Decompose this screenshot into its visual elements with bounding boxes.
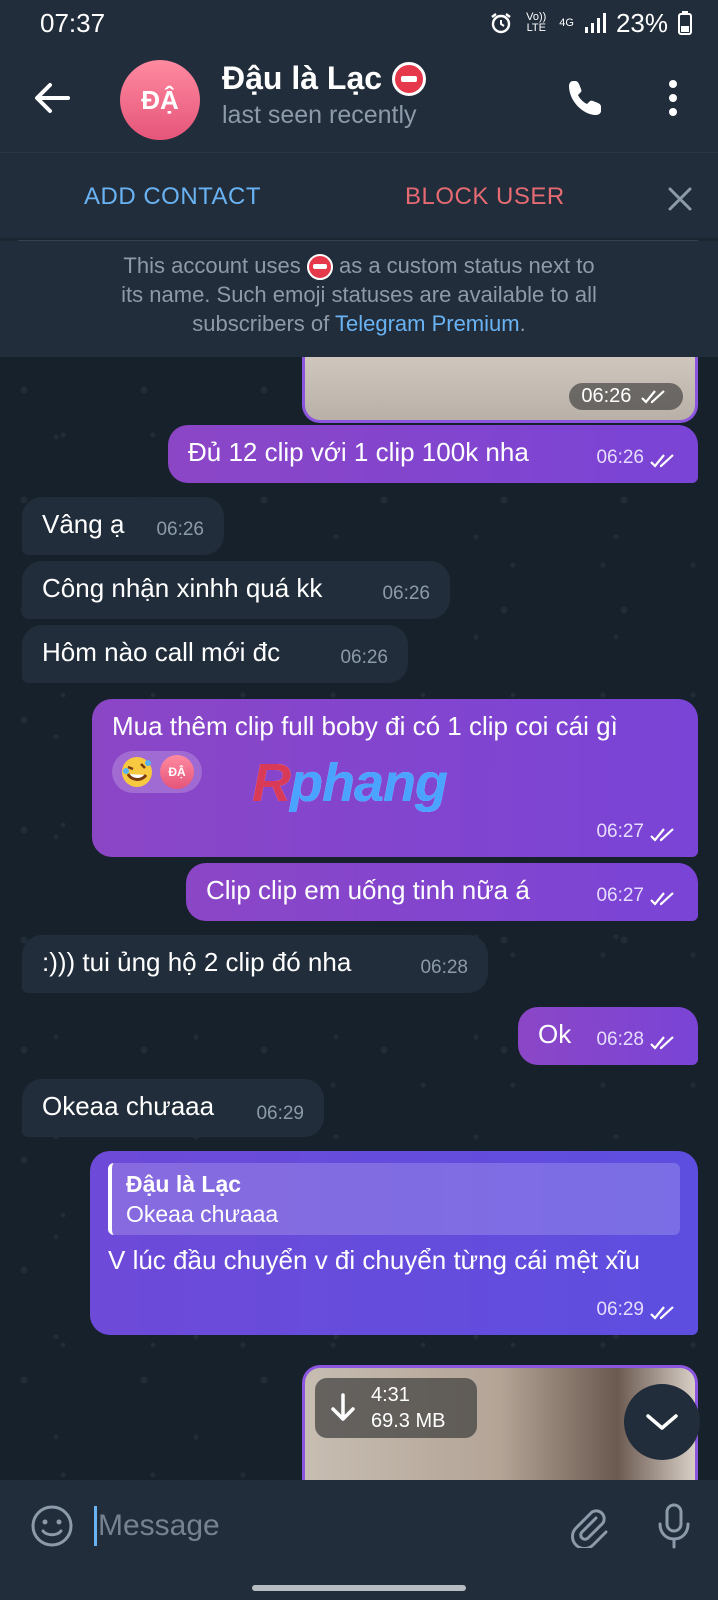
telegram-premium-link[interactable]: Telegram Premium (335, 311, 520, 336)
last-seen-status: last seen recently (222, 101, 417, 129)
info-text: . (519, 311, 526, 337)
volte-indicator: Vo)) LTE (526, 11, 547, 34)
battery-icon (678, 11, 692, 35)
double-check-icon (650, 1306, 674, 1320)
block-user-button[interactable]: BLOCK USER (405, 183, 565, 211)
message-bubble-incoming[interactable]: Vâng ạ 06:26 (22, 497, 224, 555)
back-arrow-icon[interactable] (30, 76, 74, 120)
message-time: 06:28 (420, 957, 468, 978)
double-check-icon (650, 1036, 674, 1050)
message-text: Mua thêm clip full boby đi có 1 clip coi… (112, 711, 618, 741)
info-line-3: subscribers of Telegram Premium. (0, 309, 718, 338)
watermark-logo: Rphang (252, 752, 448, 814)
chat-header: ĐẬ Đậu là Lạc last seen recently (0, 46, 718, 152)
no-entry-emoji-icon (306, 254, 333, 281)
reply-text: Okeaa chưaaa (126, 1201, 279, 1227)
chat-message-list[interactable]: 06:26 Đủ 12 clip với 1 clip 100k nha 06:… (0, 357, 718, 1480)
contact-action-bar: ADD CONTACT BLOCK USER (0, 152, 718, 238)
emoji-status-info-banner: This account uses as a custom status nex… (0, 241, 718, 357)
message-time: 06:28 (596, 1029, 644, 1050)
avatar[interactable]: ĐẬ (120, 60, 200, 140)
message-text: Công nhận xinhh quá kk (42, 573, 323, 603)
info-text: subscribers of (192, 311, 330, 337)
message-bubble-incoming[interactable]: :))) tui ủng hộ 2 clip đó nha 06:28 (22, 935, 488, 993)
message-reaction[interactable]: ĐẬ (112, 751, 202, 793)
message-time: 06:26 (340, 647, 388, 668)
add-contact-button[interactable]: ADD CONTACT (84, 183, 261, 211)
video-duration: 4:31 (371, 1384, 410, 1406)
double-check-icon (650, 828, 674, 842)
message-time: 06:26 (569, 383, 683, 410)
home-indicator (252, 1585, 466, 1591)
watermark-text: R (252, 753, 291, 813)
message-text: :))) tui ủng hộ 2 clip đó nha (42, 947, 352, 977)
double-check-icon (650, 892, 674, 906)
info-line-2: its name. Such emoji statuses are availa… (121, 282, 597, 308)
message-composer (0, 1480, 718, 1600)
message-text: Đủ 12 clip với 1 clip 100k nha (188, 437, 529, 467)
chevron-down-icon (646, 1414, 678, 1430)
message-time: 06:27 (596, 821, 644, 842)
message-time: 06:26 (596, 447, 644, 468)
contact-name-row: Đậu là Lạc (222, 60, 427, 97)
info-text: This account uses (123, 253, 301, 278)
message-text: Okeaa chưaaa (42, 1091, 215, 1121)
no-entry-emoji-status-icon[interactable] (392, 61, 427, 96)
battery-percent: 23% (615, 7, 668, 38)
chat-title-block[interactable]: Đậu là Lạc last seen recently (222, 60, 427, 130)
message-text: Clip clip em uống tinh nữa á (206, 875, 530, 905)
message-text: Hôm nào call mới đc (42, 637, 281, 667)
network-type: 4G (559, 16, 574, 29)
reply-quote[interactable]: Đậu là Lạc Okeaa chưaaa (108, 1163, 680, 1235)
status-icons: Vo)) LTE 4G 23% (489, 8, 692, 39)
rolling-laughing-emoji-icon (122, 757, 152, 787)
message-time: 06:26 (156, 519, 204, 540)
message-time: 06:26 (382, 583, 430, 604)
message-bubble-incoming[interactable]: Công nhận xinhh quá kk 06:26 (22, 561, 450, 619)
double-check-icon (641, 389, 665, 404)
message-bubble-outgoing[interactable]: Đủ 12 clip với 1 clip 100k nha 06:26 (168, 425, 698, 483)
scroll-to-bottom-button[interactable] (624, 1384, 700, 1460)
status-bar: 07:37 Vo)) LTE 4G 23% (0, 0, 718, 46)
message-bubble-incoming[interactable]: Hôm nào call mới đc 06:26 (22, 625, 408, 683)
video-size: 69.3 MB (371, 1410, 446, 1432)
message-text: Ok (538, 1019, 572, 1049)
message-text: V lúc đầu chuyển v đi chuyển từng cái mệ… (108, 1245, 640, 1275)
message-time: 06:29 (256, 1103, 304, 1124)
microphone-icon[interactable] (656, 1502, 692, 1550)
status-time: 07:37 (40, 7, 106, 38)
text-caret (94, 1506, 97, 1546)
message-bubble-outgoing[interactable]: Ok 06:28 (518, 1007, 698, 1065)
paperclip-attach-icon[interactable] (566, 1504, 610, 1548)
more-vertical-icon[interactable] (658, 76, 688, 120)
contact-name: Đậu là Lạc (222, 60, 383, 96)
signal-icon (584, 13, 606, 33)
alarm-icon (491, 13, 511, 34)
message-text: Vâng ạ (42, 509, 125, 539)
close-icon[interactable] (666, 185, 694, 213)
message-bubble-outgoing[interactable]: Clip clip em uống tinh nữa á 06:27 (186, 863, 698, 921)
message-bubble-incoming[interactable]: Okeaa chưaaa 06:29 (22, 1079, 324, 1137)
reaction-avatar: ĐẬ (160, 755, 194, 789)
message-time: 06:29 (596, 1299, 644, 1320)
message-time: 06:27 (596, 885, 644, 906)
message-bubble-outgoing[interactable]: Đậu là Lạc Okeaa chưaaa V lúc đầu chuyển… (90, 1151, 698, 1335)
double-check-icon (650, 454, 674, 468)
video-download-info[interactable]: 4:31 69.3 MB (315, 1378, 477, 1438)
info-text: as a custom status next to (338, 253, 595, 278)
info-line-1: This account uses as a custom status nex… (0, 251, 718, 281)
emoji-smile-icon[interactable] (30, 1504, 74, 1548)
message-input[interactable] (98, 1504, 518, 1548)
image-message[interactable]: 06:26 (302, 357, 698, 423)
video-meta: 4:31 69.3 MB (371, 1382, 445, 1434)
phone-call-icon[interactable] (566, 78, 606, 118)
download-arrow-icon[interactable] (329, 1392, 357, 1424)
watermark-text: phang (290, 753, 448, 813)
reply-sender-name: Đậu là Lạc (126, 1171, 242, 1197)
